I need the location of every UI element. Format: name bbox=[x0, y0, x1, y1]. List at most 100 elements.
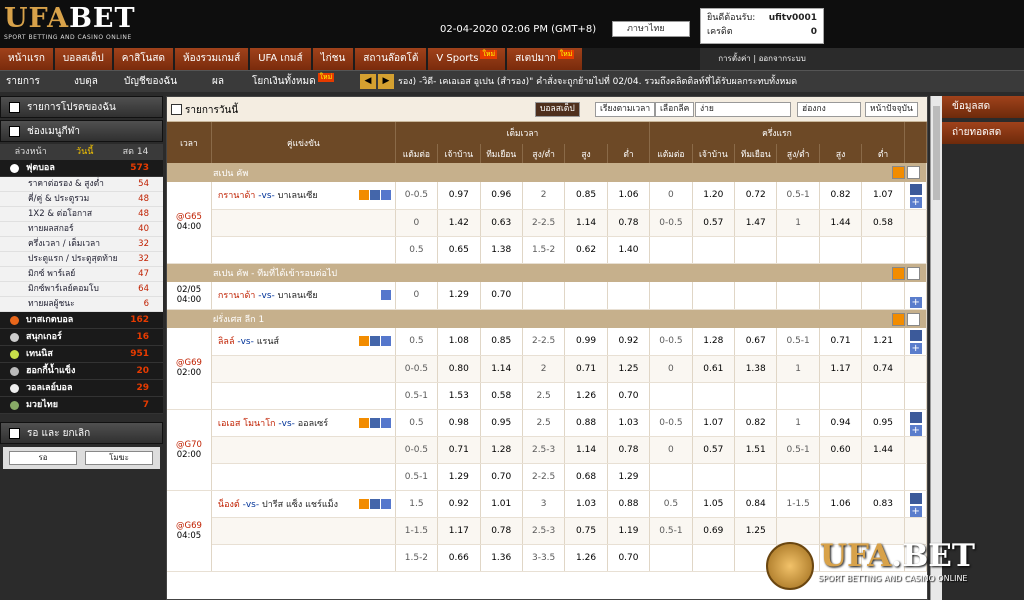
odds-value[interactable]: 0.98 bbox=[437, 409, 481, 437]
nav-item-2[interactable]: คาสิโนสด bbox=[113, 48, 173, 70]
odds-value[interactable]: 0.58 bbox=[480, 382, 523, 410]
home-team[interactable]: ลิลล์ bbox=[218, 337, 235, 347]
odds-value[interactable]: 1.05 bbox=[692, 490, 736, 518]
live-icon[interactable] bbox=[369, 498, 380, 509]
away-team[interactable]: ออลเซร์ bbox=[298, 419, 328, 429]
odds-value[interactable]: 0.78 bbox=[480, 517, 523, 545]
live-icon[interactable] bbox=[369, 336, 380, 346]
odds-value[interactable]: 1.17 bbox=[819, 355, 863, 383]
odds-value[interactable]: 0.83 bbox=[861, 490, 905, 518]
nav-item-0[interactable]: หน้าแรก bbox=[0, 48, 53, 70]
odds-value[interactable]: 0.99 bbox=[564, 328, 608, 356]
sport-item-1[interactable]: บาสเกตบอล 162 bbox=[0, 312, 163, 329]
nav-item-1[interactable]: บอลสเต็ป bbox=[54, 48, 112, 70]
live-icon[interactable] bbox=[369, 417, 380, 428]
favorite-icon[interactable] bbox=[892, 312, 905, 326]
odds-value[interactable]: 0.70 bbox=[607, 544, 651, 572]
odds-value[interactable]: 1.07 bbox=[692, 409, 736, 437]
odds-format-select[interactable]: ฮ่องกง bbox=[797, 102, 861, 117]
away-team[interactable]: บาเลนเซีย bbox=[278, 191, 318, 201]
settings-link[interactable]: การตั้งค่า bbox=[718, 54, 751, 63]
tv-icon[interactable] bbox=[358, 417, 369, 428]
bet-type-item[interactable]: คี่/คู่ & ประตูรวม 48 bbox=[0, 192, 163, 207]
live-stream-button[interactable]: ถ่ายทอดสด bbox=[942, 122, 1024, 144]
odds-value[interactable]: 0.95 bbox=[480, 409, 523, 437]
odds-value[interactable]: 1.29 bbox=[437, 282, 481, 310]
odds-value[interactable]: 0.85 bbox=[564, 182, 608, 210]
odds-value[interactable]: 1.21 bbox=[861, 328, 905, 356]
odds-value[interactable]: 0.70 bbox=[607, 382, 651, 410]
odds-value[interactable]: 1.14 bbox=[480, 355, 523, 383]
match-teams-cell[interactable]: เอเอส โมนาโก -vs- ออลเซร์ bbox=[211, 409, 396, 437]
subnav-bets[interactable]: รายการ bbox=[6, 71, 40, 93]
nav-item-7[interactable]: V Sports ใหม่ bbox=[428, 48, 506, 70]
odds-value[interactable]: 0.80 bbox=[437, 355, 481, 383]
odds-value[interactable]: 1.29 bbox=[607, 463, 651, 491]
live-icon[interactable] bbox=[369, 190, 380, 200]
stats-chart-icon[interactable] bbox=[909, 330, 922, 341]
star-icon[interactable] bbox=[380, 498, 391, 509]
subnav-results[interactable]: ผล bbox=[212, 71, 224, 93]
stats-chart-icon[interactable] bbox=[909, 411, 922, 423]
stats-chart-icon[interactable] bbox=[909, 492, 922, 504]
refresh-icon[interactable] bbox=[907, 312, 920, 326]
odds-value[interactable]: 1.07 bbox=[861, 182, 905, 210]
odds-value[interactable]: 1.42 bbox=[437, 209, 481, 237]
odds-value[interactable]: 1.20 bbox=[692, 182, 736, 210]
odds-value[interactable]: 0.88 bbox=[564, 409, 608, 437]
odds-value[interactable]: 0.94 bbox=[819, 409, 863, 437]
odds-value[interactable]: 1.38 bbox=[734, 355, 778, 383]
odds-value[interactable]: 1.08 bbox=[437, 328, 481, 356]
odds-value[interactable]: 1.19 bbox=[607, 517, 651, 545]
odds-value[interactable]: 0.82 bbox=[819, 182, 863, 210]
odds-value[interactable]: 0.92 bbox=[437, 490, 481, 518]
nav-item-5[interactable]: ไก่ชน bbox=[312, 48, 354, 70]
home-team[interactable]: น็องต์ bbox=[218, 500, 240, 510]
odds-value[interactable]: 0.65 bbox=[437, 236, 481, 264]
tv-icon[interactable] bbox=[358, 190, 369, 200]
odds-value[interactable]: 1.47 bbox=[734, 209, 778, 237]
bet-type-item[interactable]: ทายผลผู้ชนะ 6 bbox=[0, 297, 163, 312]
odds-value[interactable]: 0.66 bbox=[437, 544, 481, 572]
tv-icon[interactable] bbox=[358, 498, 369, 509]
odds-value[interactable]: 0.84 bbox=[734, 490, 778, 518]
odds-value[interactable]: 1.06 bbox=[607, 182, 651, 210]
odds-value[interactable]: 1.28 bbox=[480, 436, 523, 464]
odds-value[interactable]: 1.06 bbox=[819, 490, 863, 518]
odds-value[interactable]: 0.58 bbox=[861, 209, 905, 237]
odds-value[interactable]: 0.71 bbox=[819, 328, 863, 356]
nav-item-6[interactable]: สถานล๊อตโต้ bbox=[355, 48, 427, 70]
more-bets-plus-icon[interactable]: + bbox=[909, 297, 922, 308]
odds-value[interactable]: 0.71 bbox=[564, 355, 608, 383]
odds-value[interactable]: 1.26 bbox=[564, 382, 608, 410]
star-icon[interactable] bbox=[380, 290, 391, 300]
odds-value[interactable]: 1.38 bbox=[480, 236, 523, 264]
more-bets-plus-icon[interactable]: + bbox=[909, 424, 922, 436]
match-teams-cell[interactable]: ลิลล์ -vs- แรนส์ bbox=[211, 328, 396, 356]
more-bets-plus-icon[interactable]: + bbox=[909, 197, 922, 208]
star-icon[interactable] bbox=[380, 417, 391, 428]
tab-today[interactable]: วันนี้ bbox=[76, 144, 93, 160]
subnav-statement[interactable]: งบดุล bbox=[74, 71, 98, 93]
odds-value[interactable]: 1.40 bbox=[607, 236, 651, 264]
odds-value[interactable]: 1.36 bbox=[480, 544, 523, 572]
odds-value[interactable]: 0.82 bbox=[734, 409, 778, 437]
sports-menu-header[interactable]: ช่องเมนูกีฬา bbox=[0, 120, 163, 142]
subnav-transfer-all[interactable]: โยกเงินทั้งหมด ใหม่ bbox=[252, 71, 335, 93]
odds-value[interactable]: 0.57 bbox=[692, 436, 736, 464]
odds-value[interactable]: 1.14 bbox=[564, 436, 608, 464]
match-teams-cell[interactable]: กรานาด้า -vs- บาเลนเซีย bbox=[211, 282, 396, 310]
refresh-button[interactable]: หน้าปัจจุบัน bbox=[865, 102, 918, 117]
tab-live[interactable]: สด 14 bbox=[123, 144, 149, 160]
odds-value[interactable]: 0.70 bbox=[480, 282, 523, 310]
odds-value[interactable]: 1.03 bbox=[564, 490, 608, 518]
odds-value[interactable]: 0.74 bbox=[861, 355, 905, 383]
favorite-icon[interactable] bbox=[892, 166, 905, 179]
language-select[interactable]: ภาษาไทย bbox=[612, 21, 690, 37]
bet-type-item[interactable]: ทายผลสกอร์ 40 bbox=[0, 222, 163, 237]
prev-arrow-icon[interactable]: ◀ bbox=[360, 74, 376, 89]
odds-value[interactable]: 0.67 bbox=[734, 328, 778, 356]
odds-value[interactable]: 1.17 bbox=[437, 517, 481, 545]
logo[interactable]: UFABET SPORT BETTING AND CASINO ONLINE bbox=[4, 4, 172, 44]
bet-type-item[interactable]: ประตูแรก / ประตูสุดท้าย 32 bbox=[0, 252, 163, 267]
